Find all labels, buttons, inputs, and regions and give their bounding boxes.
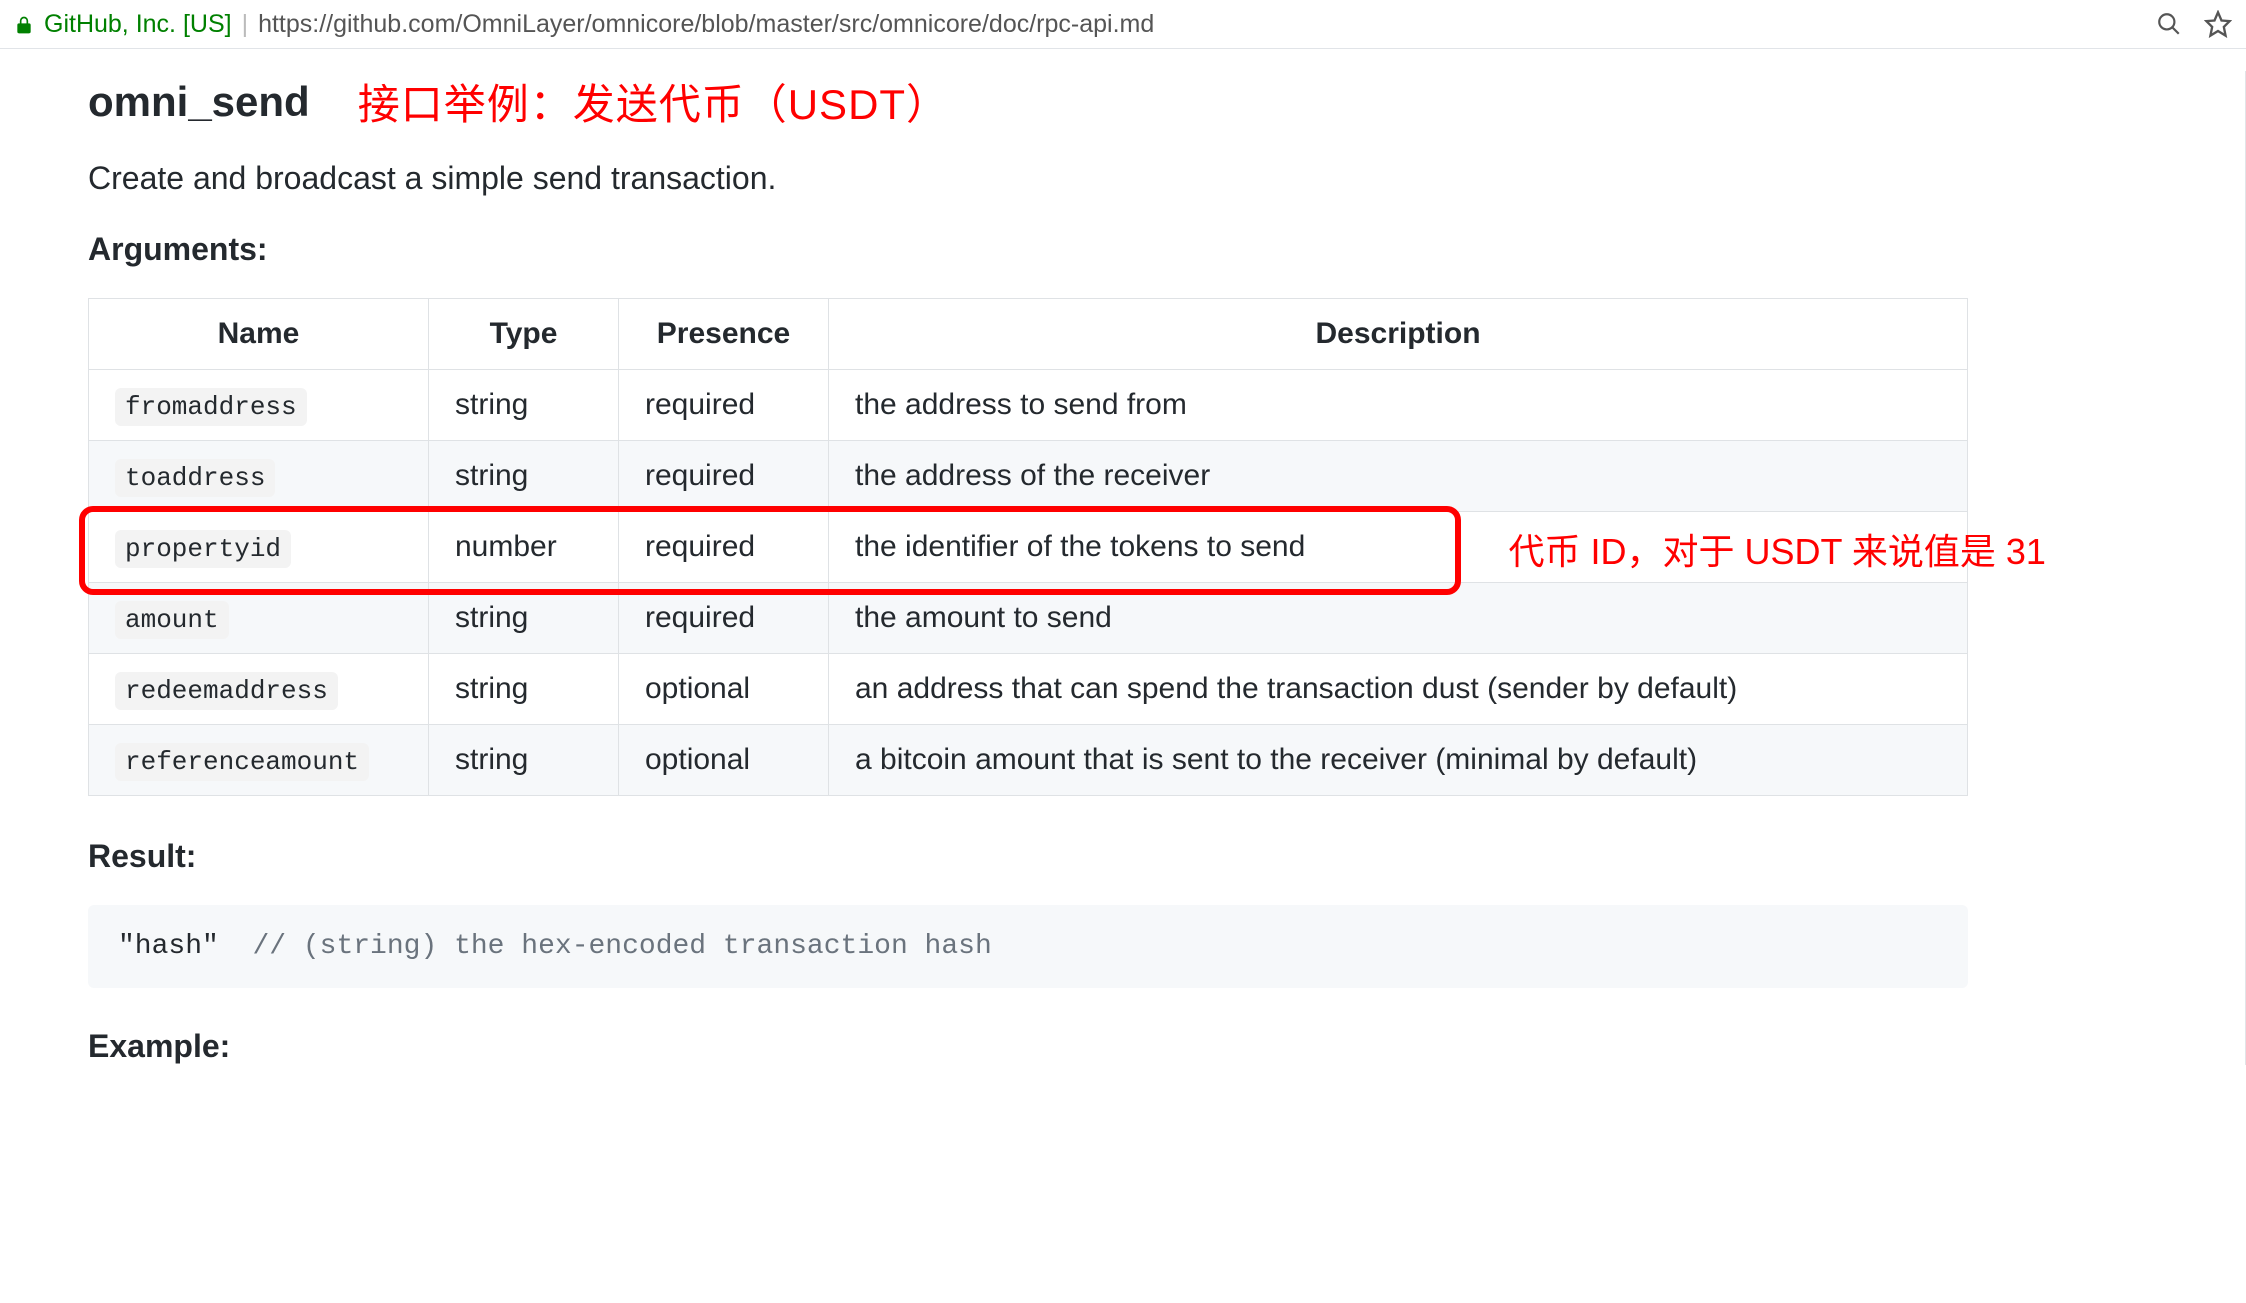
- table-row: fromaddress stringrequiredthe address to …: [89, 370, 1968, 441]
- table-row: amount stringrequiredthe amount to send: [89, 583, 1968, 654]
- section-heading: omni_send 接口举例：发送代币（USDT）: [88, 71, 2197, 132]
- arguments-table-area: Name Type Presence Description fromaddre…: [88, 298, 2197, 796]
- arg-presence-cell: optional: [619, 725, 829, 796]
- col-type: Type: [429, 299, 619, 370]
- page-url[interactable]: https://github.com/OmniLayer/omnicore/bl…: [258, 10, 2156, 39]
- col-presence: Presence: [619, 299, 829, 370]
- highlight-note: 代币 ID，对于 USDT 来说值是 31: [1509, 523, 2046, 575]
- arg-name-cell: toaddress: [89, 441, 429, 512]
- arg-name: redeemaddress: [115, 672, 338, 710]
- result-comment: // (string) the hex-encoded transaction …: [252, 931, 991, 962]
- function-description: Create and broadcast a simple send trans…: [88, 160, 2197, 197]
- arg-name-cell: referenceamount: [89, 725, 429, 796]
- arg-description-cell: the address of the receiver: [829, 441, 1968, 512]
- arg-name: referenceamount: [115, 743, 369, 781]
- arg-type-cell: string: [429, 441, 619, 512]
- arg-type-cell: number: [429, 512, 619, 583]
- arg-name-cell: fromaddress: [89, 370, 429, 441]
- arg-name: amount: [115, 601, 229, 639]
- arg-name-cell: redeemaddress: [89, 654, 429, 725]
- table-row: referenceamount stringoptionala bitcoin a…: [89, 725, 1968, 796]
- arg-type-cell: string: [429, 654, 619, 725]
- arg-presence-cell: optional: [619, 654, 829, 725]
- address-divider: |: [242, 10, 249, 39]
- bookmark-star-icon[interactable]: [2204, 10, 2232, 38]
- arg-name: propertyid: [115, 530, 291, 568]
- arg-name-cell: propertyid: [89, 512, 429, 583]
- result-code-block: "hash" // (string) the hex-encoded trans…: [88, 905, 1968, 988]
- arg-type-cell: string: [429, 370, 619, 441]
- arg-type-cell: string: [429, 725, 619, 796]
- col-name: Name: [89, 299, 429, 370]
- table-row: toaddress stringrequiredthe address of th…: [89, 441, 1968, 512]
- function-name: omni_send: [88, 78, 310, 126]
- table-row: redeemaddress stringoptionalan address th…: [89, 654, 1968, 725]
- browser-address-bar: GitHub, Inc. [US] | https://github.com/O…: [0, 0, 2246, 49]
- col-description: Description: [829, 299, 1968, 370]
- arg-description-cell: the amount to send: [829, 583, 1968, 654]
- result-literal: "hash": [118, 931, 219, 962]
- arg-description-cell: an address that can spend the transactio…: [829, 654, 1968, 725]
- arg-presence-cell: required: [619, 512, 829, 583]
- result-heading: Result:: [88, 838, 2197, 875]
- arguments-heading: Arguments:: [88, 231, 2197, 268]
- table-header-row: Name Type Presence Description: [89, 299, 1968, 370]
- arg-description-cell: the address to send from: [829, 370, 1968, 441]
- example-heading: Example:: [88, 1028, 2197, 1065]
- arg-description-cell: a bitcoin amount that is sent to the rec…: [829, 725, 1968, 796]
- arg-name: toaddress: [115, 459, 275, 497]
- site-identity: GitHub, Inc. [US]: [44, 10, 232, 39]
- heading-annotation: 接口举例：发送代币（USDT）: [358, 71, 949, 132]
- arg-presence-cell: required: [619, 583, 829, 654]
- document-content: omni_send 接口举例：发送代币（USDT） Create and bro…: [0, 71, 2246, 1065]
- arg-type-cell: string: [429, 583, 619, 654]
- arg-presence-cell: required: [619, 370, 829, 441]
- arg-name: fromaddress: [115, 388, 307, 426]
- zoom-icon[interactable]: [2156, 11, 2182, 37]
- lock-icon: [14, 15, 34, 35]
- arg-name-cell: amount: [89, 583, 429, 654]
- arg-presence-cell: required: [619, 441, 829, 512]
